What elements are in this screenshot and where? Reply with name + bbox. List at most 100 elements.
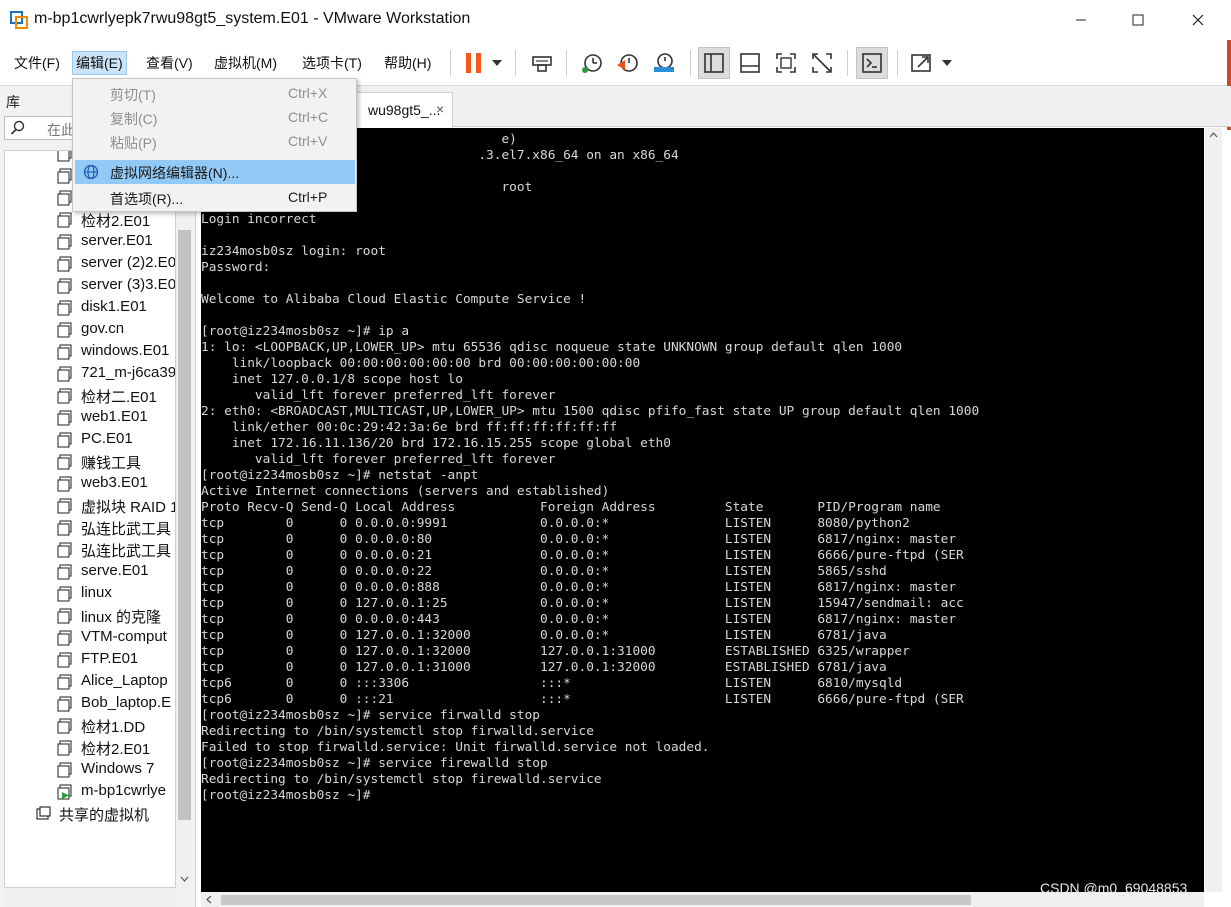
vm-icon: [57, 322, 72, 338]
library-item[interactable]: server (3)3.E0: [5, 275, 175, 297]
menu-item-preferences[interactable]: 首选项(R)... Ctrl+P: [73, 186, 356, 210]
vm-icon: [57, 762, 72, 778]
library-item[interactable]: PC.E01: [5, 429, 175, 451]
terminal-line: tcp6 0 0 :::21 :::* LISTEN 6666/pure-ftp…: [201, 692, 964, 707]
scroll-left-arrow-icon[interactable]: [206, 895, 212, 904]
library-item[interactable]: 共享的虚拟机: [5, 803, 175, 825]
library-item[interactable]: 弘连比武工具: [5, 539, 175, 561]
vm-icon: [57, 564, 72, 580]
library-item-label: gov.cn: [81, 320, 125, 337]
tab-close-icon[interactable]: ×: [436, 101, 444, 117]
library-item[interactable]: linux 的克隆: [5, 605, 175, 627]
fullscreen-button[interactable]: [770, 47, 802, 79]
library-item[interactable]: serve.E01: [5, 561, 175, 583]
dropdown-arrow-icon: [492, 60, 502, 66]
library-item[interactable]: Bob_laptop.E: [5, 693, 175, 715]
library-item-label: server.E01: [81, 232, 153, 249]
library-view-button[interactable]: [698, 47, 730, 79]
menu-edit[interactable]: 编辑(E): [72, 51, 127, 75]
send-ctrl-alt-del-icon: [532, 56, 552, 72]
terminal-line: tcp 0 0 127.0.0.1:32000 0.0.0.0:* LISTEN…: [201, 628, 887, 643]
library-item[interactable]: m-bp1cwrlye: [5, 781, 175, 803]
library-item[interactable]: 检材二.E01: [5, 385, 175, 407]
terminal-line: [root@iz234mosb0sz ~]#: [201, 788, 371, 803]
console-scrollbar-thumb[interactable]: [221, 895, 971, 905]
library-item[interactable]: 检材2.E01: [5, 209, 175, 231]
library-item[interactable]: FTP.E01: [5, 649, 175, 671]
library-item[interactable]: server.E01: [5, 231, 175, 253]
library-item[interactable]: windows.E01: [5, 341, 175, 363]
toolbar-separator: [847, 50, 848, 76]
library-item-label: 检材二.E01: [81, 389, 157, 406]
stretch-dropdown-button[interactable]: [936, 47, 958, 79]
menu-help[interactable]: 帮助(H): [381, 51, 434, 75]
console-vertical-scrollbar[interactable]: [1205, 128, 1222, 892]
library-scrollbar-thumb[interactable]: [178, 230, 191, 820]
stretch-guest-button[interactable]: [906, 47, 938, 79]
library-item[interactable]: server (2)2.E0: [5, 253, 176, 275]
library-item[interactable]: 赚钱工具: [5, 451, 175, 473]
terminal-line: link/ether 00:0c:29:42:3a:6e brd ff:ff:f…: [201, 420, 618, 435]
toolbar-separator: [450, 50, 451, 76]
vm-icon: [57, 410, 72, 426]
library-item-label: VTM-comput: [81, 628, 167, 645]
library-item[interactable]: 721_m-j6ca39: [5, 363, 175, 385]
power-dropdown-button[interactable]: [486, 47, 508, 79]
library-item-label: 虚拟块 RAID 1: [81, 499, 176, 516]
scroll-down-arrow-icon[interactable]: [180, 876, 189, 882]
revert-snapshot-button[interactable]: [612, 47, 644, 79]
library-vertical-scrollbar[interactable]: [176, 150, 193, 888]
unity-icon: [812, 53, 832, 73]
vm-icon: [57, 674, 72, 690]
library-item[interactable]: web3.E01: [5, 473, 175, 495]
menu-file[interactable]: 文件(F): [11, 51, 63, 75]
send-ctrl-alt-del-button[interactable]: [526, 47, 558, 79]
close-button[interactable]: [1170, 0, 1226, 40]
maximize-button[interactable]: [1110, 0, 1166, 40]
vm-icon: [57, 388, 72, 404]
library-item[interactable]: 检材1.DD: [5, 715, 175, 737]
menu-item-paste[interactable]: 粘贴(P) Ctrl+V: [73, 130, 356, 154]
tab-label: wu98gt5_...: [368, 102, 441, 118]
library-item-label: Bob_laptop.E: [81, 694, 172, 711]
snapshot-manager-button[interactable]: [648, 47, 680, 79]
minimize-button[interactable]: [1053, 0, 1109, 40]
library-item[interactable]: VTM-comput: [5, 627, 175, 649]
unity-button[interactable]: [806, 47, 838, 79]
menu-item-virtual-network-editor[interactable]: 虚拟网络编辑器(N)...: [75, 160, 355, 184]
scroll-up-arrow-icon[interactable]: [1209, 132, 1218, 138]
vm-console[interactable]: e) .3.el7.x86_64 on an x86_64 rootPasswo…: [201, 128, 1204, 892]
library-item[interactable]: Alice_Laptop: [5, 671, 175, 693]
menu-vm[interactable]: 虚拟机(M): [211, 51, 280, 75]
menu-view[interactable]: 查看(V): [143, 51, 196, 75]
library-item-label: server (2)2.E0: [81, 254, 176, 271]
terminal-line: link/loopback 00:00:00:00:00:00 brd 00:0…: [201, 356, 641, 371]
toolbar-separator: [897, 50, 898, 76]
watermark: CSDN @m0_69048853: [1040, 880, 1188, 896]
library-item[interactable]: linux: [5, 583, 175, 605]
menu-item-cut[interactable]: 剪切(T) Ctrl+X: [73, 82, 356, 106]
menu-tabs[interactable]: 选项卡(T): [299, 51, 365, 75]
library-item[interactable]: gov.cn: [5, 319, 175, 341]
library-item[interactable]: 检材2.E01: [5, 737, 175, 759]
menu-item-shortcut: Ctrl+C: [288, 109, 329, 125]
library-item[interactable]: web1.E01: [5, 407, 175, 429]
console-view-button[interactable]: [856, 47, 888, 79]
vmware-logo-icon: [10, 11, 28, 29]
library-item[interactable]: Windows 7: [5, 759, 175, 781]
vm-icon: [57, 476, 72, 492]
library-item[interactable]: 虚拟块 RAID 1: [5, 495, 176, 517]
toolbar-separator: [515, 50, 516, 76]
terminal-line: Active Internet connections (servers and…: [201, 484, 610, 499]
library-view-icon: [704, 53, 724, 73]
stretch-guest-icon: [911, 54, 931, 72]
menu-item-copy[interactable]: 复制(C) Ctrl+C: [73, 106, 356, 130]
library-horizontal-scrollbar[interactable]: [4, 888, 176, 907]
library-item[interactable]: 弘连比武工具: [5, 517, 175, 539]
thumbnail-view-button[interactable]: [734, 47, 766, 79]
library-item[interactable]: disk1.E01: [5, 297, 175, 319]
terminal-line: 1: lo: <LOOPBACK,UP,LOWER_UP> mtu 65536 …: [201, 340, 903, 355]
snapshot-button[interactable]: [576, 47, 608, 79]
vm-icon: [57, 454, 72, 470]
